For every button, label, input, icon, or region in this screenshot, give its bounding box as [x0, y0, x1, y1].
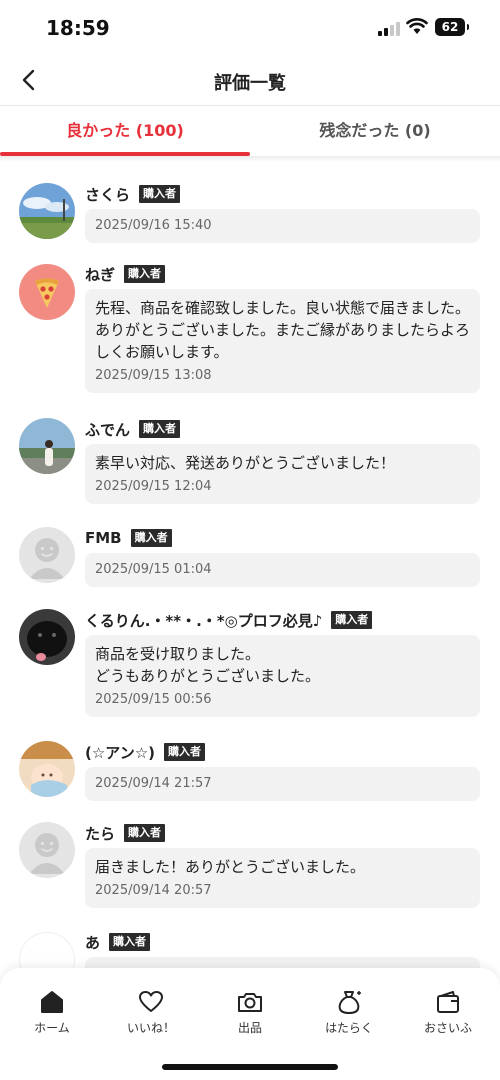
- buyer-badge: 購入者: [109, 933, 151, 951]
- page-title: 評価一覧: [214, 73, 286, 94]
- buyer-badge: 購入者: [139, 185, 181, 203]
- avatar[interactable]: [19, 264, 75, 320]
- home-indicator: [162, 1064, 338, 1070]
- battery-indicator: 62: [435, 18, 469, 36]
- tab-good[interactable]: 良かった (100): [0, 107, 250, 157]
- review-date: 2025/09/15 12:04: [95, 479, 212, 494]
- buyer-badge: 購入者: [124, 824, 166, 842]
- wallet-icon: [437, 991, 459, 1013]
- nav-home[interactable]: ホーム: [2, 988, 102, 1036]
- landscape-photo-icon: [19, 183, 75, 239]
- status-bar: 18:59 62: [0, 0, 500, 56]
- review-bubble: 商品を受け取りました。 どうもありがとうございました。 2025/09/15 0…: [85, 635, 480, 717]
- review-bubble: 2025/09/14 21:57: [85, 767, 480, 801]
- wifi-icon: [406, 18, 428, 34]
- nav-likes[interactable]: いいね！: [101, 988, 201, 1036]
- tab-bar: 良かった (100) 残念だった (0): [0, 107, 500, 157]
- review-bubble: 先程、商品を確認致しました。良い状態で届きました。ありがとうございました。またご…: [85, 289, 480, 393]
- heart-icon: [139, 991, 163, 1012]
- nav-label: いいね！: [126, 1021, 175, 1035]
- home-icon: [41, 991, 63, 1013]
- buyer-badge: 購入者: [331, 611, 373, 629]
- review-comment: 届きました！ありがとうございました。: [95, 858, 366, 876]
- review-comment: 先程、商品を確認致しました。良い状態で届きました。ありがとうございました。またご…: [95, 299, 471, 361]
- review-date: 2025/09/14 20:57: [95, 883, 212, 898]
- buyer-badge: 購入者: [164, 743, 206, 761]
- reviewer-name[interactable]: ふでん: [85, 419, 130, 440]
- review-date: 2025/09/16 15:40: [95, 218, 212, 233]
- review-date: 2025/09/14 21:57: [95, 776, 212, 791]
- default-user-icon: [29, 833, 65, 874]
- money-bag-icon: [338, 991, 361, 1015]
- nav-label: はたらく: [325, 1021, 373, 1035]
- status-time: 18:59: [46, 16, 110, 40]
- nav-work[interactable]: はたらく: [299, 988, 399, 1036]
- header: 評価一覧: [0, 56, 500, 106]
- avatar[interactable]: [19, 609, 75, 665]
- nav-wallet[interactable]: おさいふ: [398, 988, 498, 1036]
- reviewer-name[interactable]: (☆アン☆): [85, 742, 155, 763]
- buyer-badge: 購入者: [130, 529, 172, 547]
- avatar[interactable]: [19, 741, 75, 797]
- tab-bad[interactable]: 残念だった (0): [250, 107, 500, 157]
- default-user-icon: [29, 538, 65, 579]
- review-bubble: 素早い対応、発送ありがとうございました！ 2025/09/15 12:04: [85, 444, 480, 504]
- nav-label: おさいふ: [423, 1021, 472, 1035]
- camera-icon: [238, 993, 262, 1012]
- review-date: 2025/09/15 01:04: [95, 562, 212, 577]
- buyer-badge: 購入者: [139, 420, 181, 438]
- review-bubble: 2025/09/16 15:40: [85, 209, 480, 243]
- reviewer-name[interactable]: あ: [85, 932, 100, 953]
- review-date: 2025/09/15 00:56: [95, 692, 212, 707]
- reviewer-name[interactable]: さくら: [85, 184, 130, 205]
- nav-label: ホーム: [34, 1021, 70, 1035]
- pizza-icon: [35, 278, 59, 308]
- review-comment: 素早い対応、発送ありがとうございました！: [95, 454, 396, 472]
- avatar[interactable]: [19, 183, 75, 239]
- baby-photo-icon: [19, 741, 75, 797]
- nav-sell[interactable]: 出品: [200, 988, 300, 1036]
- reviewer-name[interactable]: たら: [85, 823, 115, 844]
- avatar[interactable]: [19, 418, 75, 474]
- black-dog-photo-icon: [19, 609, 75, 665]
- reviewer-name[interactable]: ねぎ: [85, 264, 115, 285]
- review-bubble: 届きました！ありがとうございました。 2025/09/14 20:57: [85, 848, 480, 908]
- nav-label: 出品: [237, 1021, 262, 1035]
- buyer-badge: 購入者: [124, 265, 166, 283]
- review-comment: 商品を受け取りました。 どうもありがとうございました。: [95, 645, 321, 685]
- person-photo-icon: [19, 418, 75, 474]
- avatar[interactable]: [19, 822, 75, 878]
- review-bubble: 2025/09/15 01:04: [85, 553, 480, 587]
- cellular-signal-icon: [378, 20, 402, 36]
- avatar[interactable]: [19, 527, 75, 583]
- reviewer-name[interactable]: くるりん.・**・.・*◎プロフ必見♪: [85, 610, 322, 631]
- review-date: 2025/09/15 13:08: [95, 368, 212, 383]
- reviewer-name[interactable]: FMB: [85, 529, 122, 547]
